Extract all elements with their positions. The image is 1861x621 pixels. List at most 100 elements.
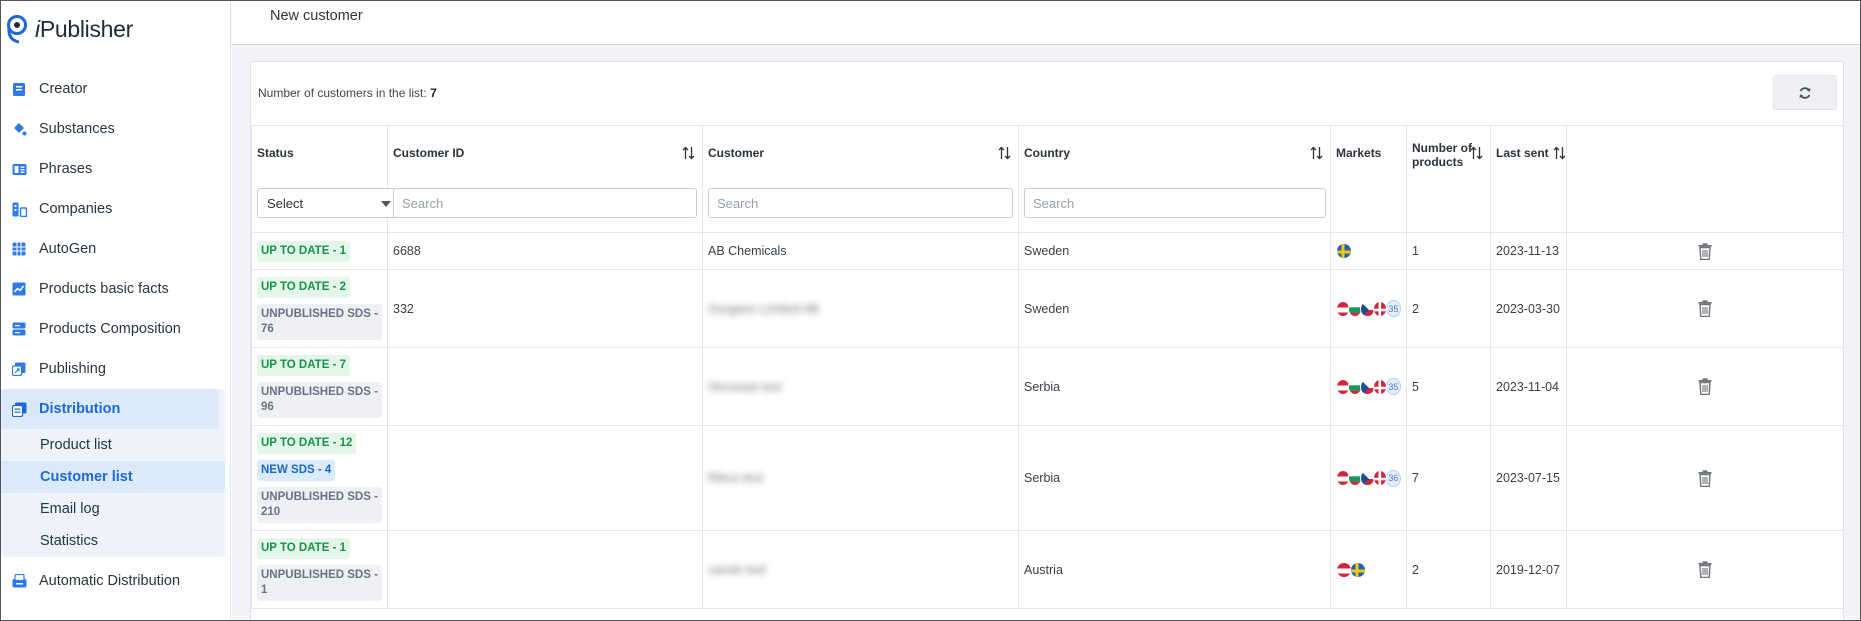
cell-markets: 36 [1330, 425, 1407, 531]
phrasebook-icon [11, 161, 27, 177]
header-label: Last sent [1496, 146, 1549, 160]
header-label: Markets [1336, 146, 1382, 160]
table-row[interactable]: UP TO DATE - 1 6688 AB Chemicals Sweden … [251, 232, 1843, 270]
customer-name[interactable]: Herzeast test [708, 380, 782, 394]
sort-icon[interactable] [1310, 146, 1323, 163]
header-label: Customer ID [393, 146, 465, 160]
sidebar-item-phrases[interactable]: Phrases [1, 149, 230, 189]
more-markets-badge[interactable]: 36 [1385, 469, 1401, 487]
products-count: 5 [1412, 379, 1419, 394]
header-country[interactable]: Country [1018, 125, 1331, 233]
sidebar-subitem-customer-list[interactable]: Customer list [1, 461, 225, 493]
header-customer-id[interactable]: Customer ID [387, 125, 703, 233]
sidebar-subitem-email-log[interactable]: Email log [1, 493, 225, 525]
customer-search-input[interactable] [708, 188, 1013, 218]
table-row[interactable]: UP TO DATE - 2 UNPUBLISHED SDS - 76 332 G… [251, 269, 1843, 348]
header-customer[interactable]: Customer [702, 125, 1019, 233]
sidebar-subitem-product-list[interactable]: Product list [1, 429, 225, 461]
building-icon [11, 201, 27, 217]
header-actions [1566, 125, 1843, 233]
delete-button[interactable] [1572, 469, 1838, 487]
status-badge-green: UP TO DATE - 12 [257, 433, 357, 454]
book-icon [11, 81, 27, 97]
status-badge-gray: UNPUBLISHED SDS - 210 [257, 487, 382, 523]
sidebar-item-label: Products Composition [39, 321, 181, 337]
customer-name[interactable]: AB Chemicals [708, 244, 787, 258]
last-sent-date: 2023-11-13 [1496, 244, 1560, 258]
delete-button[interactable] [1572, 378, 1838, 395]
header-label: Country [1024, 146, 1070, 160]
customer-count-label: Number of customers in the list: [258, 86, 431, 100]
sidebar-item-label: AutoGen [39, 241, 97, 257]
sidebar-item-substances[interactable]: Substances [1, 109, 230, 149]
distribution-group: Distribution Product list Customer list … [1, 389, 225, 557]
cell-status: UP TO DATE - 2 UNPUBLISHED SDS - 76 [251, 269, 388, 348]
sidebar-item-automatic-distribution[interactable]: Automatic Distribution [1, 561, 230, 601]
sidebar-subitem-statistics[interactable]: Statistics [1, 525, 225, 557]
more-markets-badge[interactable]: 35 [1385, 378, 1401, 395]
new-customer-link[interactable]: New customer [270, 8, 363, 24]
table-row[interactable]: UP TO DATE - 1 UNPUBLISHED SDS - 1 carole… [251, 530, 1843, 609]
status-badge-green: UP TO DATE - 1 [257, 240, 350, 262]
cell-country: Austria [1018, 530, 1331, 609]
cell-customer-id [387, 347, 703, 426]
status-select-value: Select [267, 195, 304, 211]
sidebar-item-products-basic-facts[interactable]: Products basic facts [1, 269, 230, 309]
header-last-sent[interactable]: Last sent [1490, 125, 1567, 233]
customer-id-search-input[interactable] [393, 188, 697, 218]
sort-icon[interactable] [1470, 146, 1483, 163]
layers-icon [11, 321, 27, 337]
table-row[interactable]: UP TO DATE - 12 NEW SDS - 4 UNPUBLISHED SD… [251, 425, 1843, 531]
customer-name[interactable]: carole test [708, 563, 766, 577]
customer-list-card: Number of customers in the list: 7 Statu… [250, 61, 1844, 621]
header-label: Customer [708, 146, 765, 160]
sidebar-item-creator[interactable]: Creator [1, 69, 230, 109]
sidebar-item-publishing[interactable]: Publishing [1, 349, 230, 389]
inbox-icon [11, 573, 27, 589]
more-markets-badge[interactable]: 35 [1385, 300, 1401, 317]
cell-customer: AB Chemicals [702, 232, 1019, 270]
header-label-line2: products [1412, 155, 1464, 169]
cell-status: UP TO DATE - 12 NEW SDS - 4 UNPUBLISHED SD… [251, 425, 388, 531]
app-logo[interactable]: iPublisher [5, 11, 133, 47]
delete-button[interactable] [1572, 242, 1838, 260]
sidebar-item-distribution[interactable]: Distribution [1, 389, 219, 429]
last-sent-date: 2023-03-30 [1496, 301, 1560, 316]
country-search-input[interactable] [1024, 188, 1326, 218]
sidebar-item-companies[interactable]: Companies [1, 189, 230, 229]
last-sent-date: 2023-07-15 [1496, 471, 1560, 485]
delete-button[interactable] [1572, 561, 1838, 578]
products-count: 1 [1412, 244, 1419, 258]
header-label: Number of products [1412, 141, 1472, 169]
table-header-row: Status Select Customer ID Customer [251, 125, 1843, 233]
cell-customer-id: 332 [387, 269, 703, 348]
sidebar-item-label: Automatic Distribution [39, 573, 181, 589]
cell-markets [1330, 530, 1407, 609]
sidebar-item-autogen[interactable]: AutoGen [1, 229, 230, 269]
market-flags: 36 [1336, 469, 1401, 487]
customer-name[interactable]: Rikos test [708, 471, 763, 485]
sidebar-item-label: Publishing [39, 361, 106, 377]
table-row[interactable]: UP TO DATE - 7 UNPUBLISHED SDS - 96 Herze… [251, 347, 1843, 426]
cell-number-of-products: 5 [1406, 347, 1491, 426]
sort-icon[interactable] [998, 146, 1011, 163]
sidebar: iPublisher Creator Substances Phrases Co… [1, 1, 231, 620]
customer-name[interactable]: Gorgans Limited AB [708, 302, 819, 316]
refresh-button[interactable] [1773, 75, 1837, 110]
status-filter-select[interactable]: Select [257, 188, 404, 218]
sort-icon[interactable] [682, 146, 695, 163]
sort-icon[interactable] [1553, 146, 1566, 163]
sidebar-item-label: Products basic facts [39, 281, 169, 297]
status-badge-gray: UNPUBLISHED SDS - 76 [257, 304, 382, 340]
sidebar-item-label: Companies [39, 201, 113, 217]
sidebar-item-label: Distribution [39, 401, 121, 417]
cell-last-sent: 2023-03-30 [1490, 269, 1567, 348]
customer-id-value: 6688 [393, 244, 421, 258]
header-label: Status [257, 146, 294, 160]
sidebar-item-products-composition[interactable]: Products Composition [1, 309, 230, 349]
logo-text: iPublisher [35, 15, 133, 42]
delete-button[interactable] [1572, 300, 1838, 317]
status-badge-green: UP TO DATE - 7 [257, 355, 350, 376]
header-number-of-products[interactable]: Number of products [1406, 125, 1491, 233]
customer-count-value: 7 [430, 86, 437, 100]
